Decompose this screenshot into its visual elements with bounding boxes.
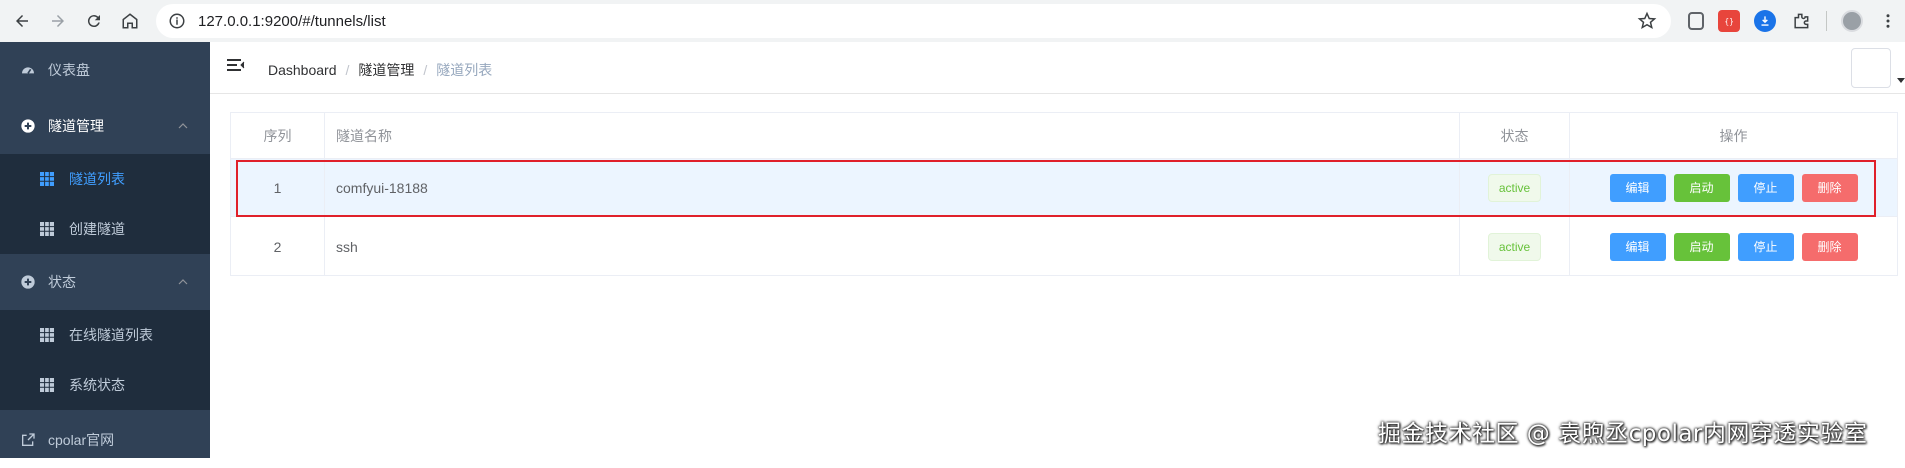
stop-button[interactable]: 停止	[1737, 173, 1794, 202]
profile-avatar-icon[interactable]	[1841, 10, 1863, 32]
column-header-status: 状态	[1460, 113, 1570, 158]
column-header-actions: 操作	[1719, 127, 1748, 144]
sidebar-item-label: 状态	[48, 274, 76, 290]
address-bar[interactable]: 127.0.0.1:9200/#/tunnels/list	[156, 4, 1671, 38]
status-cell: active	[1460, 159, 1570, 216]
breadcrumb-item-tunnel-list: 隧道列表	[436, 62, 493, 78]
sidebar-item-label: 系统状态	[69, 377, 125, 393]
browser-toolbar: 127.0.0.1:9200/#/tunnels/list {}	[0, 0, 1905, 42]
download-icon[interactable]	[1754, 10, 1776, 32]
breadcrumb: Dashboard / 隧道管理 / 隧道列表	[268, 60, 492, 80]
row-index: 1	[231, 159, 325, 216]
chevron-up-icon	[178, 279, 188, 285]
sidebar-item-label: 隧道管理	[48, 118, 104, 134]
watermark: 掘金技术社区 @ 袁煦丞cpolar内网穿透实验室	[1378, 421, 1868, 447]
caret-down-icon[interactable]	[1897, 76, 1905, 84]
edit-button[interactable]: 编辑	[1609, 173, 1666, 202]
arrow-left-icon	[16, 15, 28, 27]
sidebar: 仪表盘 隧道管理 隧道列表 创建隧道 状态 在线隧道列表 系统状态 cpolar…	[0, 42, 210, 458]
bookmark-star-icon[interactable]	[1637, 11, 1657, 31]
sidebar-item-status[interactable]: 状态	[0, 254, 210, 310]
plus-circle-icon	[21, 275, 35, 289]
delete-button[interactable]: 删除	[1801, 173, 1858, 202]
back-button[interactable]	[4, 3, 40, 39]
table-grid-icon	[40, 172, 54, 186]
sidebar-item-label: 创建隧道	[69, 221, 125, 237]
sidebar-item-label: 隧道列表	[69, 171, 125, 187]
actions-cell: 编辑 启动 停止 删除	[1570, 159, 1897, 216]
breadcrumb-separator: /	[345, 62, 350, 78]
tunnels-table: 序列 隧道名称 状态 操作 1 comfyui-18188 active 编辑 …	[230, 112, 1898, 276]
extensions-puzzle-icon[interactable]	[1790, 10, 1812, 32]
extension-json-icon[interactable]: {}	[1718, 10, 1740, 32]
column-header-name: 隧道名称	[325, 113, 1460, 158]
sidebar-item-create-tunnel[interactable]: 创建隧道	[0, 204, 210, 254]
forward-button[interactable]	[40, 3, 76, 39]
reload-icon	[87, 15, 100, 28]
chevron-up-icon	[178, 123, 188, 129]
extensions-area: {}	[1688, 0, 1899, 42]
status-badge: active	[1487, 173, 1542, 202]
hamburger-menu-icon[interactable]	[226, 56, 246, 76]
column-header-index: 序列	[231, 113, 325, 158]
sidebar-item-label: 在线隧道列表	[69, 327, 153, 343]
stop-button[interactable]: 停止	[1737, 232, 1794, 261]
url-text: 127.0.0.1:9200/#/tunnels/list	[198, 12, 386, 30]
delete-button[interactable]: 删除	[1801, 232, 1858, 261]
reload-button[interactable]	[76, 3, 112, 39]
row-index: 2	[231, 217, 325, 276]
plus-circle-icon	[21, 119, 35, 133]
user-avatar[interactable]	[1851, 48, 1891, 88]
sidebar-item-tunnel-list[interactable]: 隧道列表	[0, 154, 210, 204]
actions-cell: 编辑 启动 停止 删除	[1570, 217, 1897, 276]
svg-text:{}: {}	[1724, 17, 1734, 26]
table-grid-icon	[40, 378, 54, 392]
sidebar-item-label: cpolar官网	[48, 432, 115, 448]
home-icon	[122, 13, 138, 29]
app-header: Dashboard / 隧道管理 / 隧道列表	[210, 42, 1905, 94]
status-cell: active	[1460, 217, 1570, 276]
sidebar-item-tunnel-management[interactable]: 隧道管理	[0, 98, 210, 154]
start-button[interactable]: 启动	[1673, 173, 1730, 202]
status-badge: active	[1487, 232, 1542, 261]
dashboard-gauge-icon	[22, 67, 34, 74]
arrow-right-icon	[52, 15, 64, 27]
table-grid-icon	[40, 328, 54, 342]
menu-kebab-icon[interactable]	[1877, 10, 1899, 32]
tunnel-name: comfyui-18188	[325, 159, 1460, 216]
start-button[interactable]: 启动	[1673, 232, 1730, 261]
reading-list-icon[interactable]	[1688, 12, 1704, 30]
breadcrumb-item-dashboard[interactable]: Dashboard	[268, 62, 337, 78]
external-link-icon	[22, 433, 35, 446]
sidebar-item-cpolar-site[interactable]: cpolar官网	[0, 412, 210, 468]
tunnel-name: ssh	[325, 217, 1460, 276]
info-icon[interactable]	[168, 12, 186, 30]
sidebar-item-label: 仪表盘	[48, 62, 90, 78]
table-grid-icon	[40, 222, 54, 236]
sidebar-item-online-tunnels[interactable]: 在线隧道列表	[0, 310, 210, 360]
edit-button[interactable]: 编辑	[1609, 232, 1666, 261]
sidebar-item-dashboard[interactable]: 仪表盘	[0, 42, 210, 98]
breadcrumb-separator: /	[423, 62, 428, 78]
table-row: 2 ssh active 编辑 启动 停止 删除	[231, 217, 1897, 276]
breadcrumb-item-tunnel-management: 隧道管理	[358, 62, 415, 78]
table-row: 1 comfyui-18188 active 编辑 启动 停止 删除	[231, 159, 1897, 217]
sidebar-item-system-status[interactable]: 系统状态	[0, 360, 210, 410]
toolbar-divider	[1826, 11, 1827, 31]
home-button[interactable]	[112, 3, 148, 39]
table-header: 序列 隧道名称 状态 操作	[231, 113, 1897, 159]
